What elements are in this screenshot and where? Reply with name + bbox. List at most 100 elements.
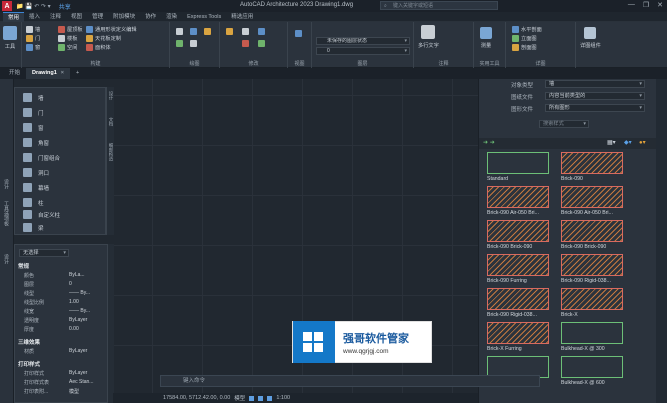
move-button[interactable] (242, 28, 249, 35)
custom-shape-button[interactable]: 通用形状定义编辑 (86, 26, 137, 33)
share-button[interactable]: 共享 (59, 2, 71, 11)
app-logo[interactable]: A (2, 1, 12, 11)
circle-tool[interactable] (204, 28, 211, 35)
property-row[interactable]: 厚度 0.00 (15, 325, 109, 334)
maximize-icon[interactable]: ❐ (643, 1, 649, 9)
style-search-input[interactable]: 搜索样式 (539, 120, 589, 128)
palette-tool-wall[interactable]: 墙 (23, 93, 44, 102)
palette-tool-door-window-assembly[interactable]: 门窗组合 (23, 153, 60, 162)
view-grid-icon[interactable]: ▦▾ (607, 139, 616, 146)
palette-tool-column[interactable]: 柱 (23, 198, 44, 207)
strip-label-tool-palettes[interactable]: 工具选项板 (3, 201, 10, 226)
section-button[interactable]: 剖面图 (512, 44, 537, 51)
minimize-icon[interactable]: — (628, 1, 635, 9)
view-button[interactable] (295, 30, 302, 37)
measure-button[interactable]: 测量 (480, 27, 492, 49)
snap-toggle-icon[interactable] (258, 395, 264, 401)
roof-slab-button[interactable]: 屋顶板 (58, 26, 83, 33)
style-swatch[interactable] (487, 220, 549, 242)
command-input[interactable]: 键入命令 (160, 375, 540, 387)
strip-label-design[interactable]: 设计 (3, 179, 10, 189)
display-dropdown[interactable]: 内容当前类型的 (545, 92, 645, 100)
style-swatch[interactable] (487, 288, 549, 310)
arc-tool[interactable] (176, 40, 183, 47)
section-plot-style[interactable]: 打印样式 (18, 360, 40, 368)
style-swatch[interactable] (561, 288, 623, 310)
slab-button[interactable]: 楼板 (58, 35, 77, 42)
window-button[interactable]: 窗 (26, 44, 40, 51)
property-row[interactable]: 线型 —— By... (15, 289, 109, 298)
palette-tool-beam[interactable]: 梁 (23, 223, 44, 232)
tab-view[interactable]: 视图 (66, 12, 87, 22)
property-row[interactable]: 材质 ByLayer (15, 347, 109, 356)
style-swatch[interactable] (487, 152, 549, 174)
layer-state-dropdown[interactable]: 未保存的图层状态 (316, 37, 410, 45)
ceiling-button[interactable]: 天花板定制 (86, 35, 121, 42)
close-icon[interactable]: ✕ (657, 1, 663, 9)
tab-insert[interactable]: 插入 (24, 12, 45, 22)
color-wheel-icon[interactable]: ●▾ (639, 139, 646, 146)
property-row[interactable]: 颜色 ByLa... (15, 271, 109, 280)
style-swatch[interactable] (561, 322, 623, 344)
object-type-dropdown[interactable]: 墙 (545, 80, 645, 88)
tab-collaborate[interactable]: 协作 (140, 12, 161, 22)
tab-manage[interactable]: 管理 (87, 12, 108, 22)
style-swatch[interactable] (487, 322, 549, 344)
palette-tool-window[interactable]: 窗 (23, 123, 44, 132)
property-row[interactable]: 图层 0 (15, 280, 109, 289)
search-input[interactable]: 键入关键字或短语 (380, 1, 498, 10)
property-row[interactable]: 透明度 ByLayer (15, 316, 109, 325)
section-3d-effects[interactable]: 三维效果 (18, 338, 40, 346)
style-swatch[interactable] (561, 220, 623, 242)
rect-tool[interactable] (190, 40, 197, 47)
model-button[interactable]: 模型 (234, 394, 245, 402)
tab-home[interactable]: 常用 (3, 11, 25, 22)
tab-express-tools[interactable]: Express Tools (182, 12, 226, 22)
trim-button[interactable] (242, 40, 249, 47)
style-swatch[interactable] (487, 186, 549, 208)
palette-tab-document[interactable]: 文档 (108, 117, 114, 126)
tab-annotate[interactable]: 注释 (45, 12, 66, 22)
elevation-button[interactable]: 立面图 (512, 35, 537, 42)
palette-tool-door[interactable]: 门 (23, 108, 44, 117)
door-button[interactable]: 门 (26, 35, 40, 42)
style-swatch[interactable] (561, 186, 623, 208)
scale-dropdown[interactable]: 1:100 (276, 395, 290, 401)
selection-dropdown[interactable]: 无选择 (19, 249, 69, 257)
property-row[interactable]: 线型比例 1.00 (15, 298, 109, 307)
copy-button[interactable] (258, 40, 265, 47)
palette-tool-custom-column[interactable]: 自定义柱 (23, 210, 60, 219)
property-row[interactable]: 打印样式表 Aec Stan... (15, 378, 109, 387)
palette-tool-opening[interactable]: 洞口 (23, 168, 49, 177)
ortho-toggle-icon[interactable] (267, 395, 273, 401)
new-tab-button[interactable]: + (70, 68, 85, 79)
mtext-button[interactable]: 多行文字 (418, 25, 439, 49)
grid-toggle-icon[interactable] (249, 395, 255, 401)
mass-button[interactable]: 面积体 (86, 44, 111, 51)
wall-button[interactable]: 墙 (26, 26, 40, 33)
style-swatch[interactable] (561, 152, 623, 174)
palette-tab-details[interactable]: 细部构造 (108, 143, 114, 161)
horizontal-section-button[interactable]: 水平剖面 (512, 26, 542, 33)
tab-start[interactable]: 开始 (3, 68, 26, 79)
style-swatch[interactable] (561, 356, 623, 378)
match-props-button[interactable] (226, 28, 233, 35)
property-row[interactable]: 线宽 —— By... (15, 307, 109, 316)
tab-featured-apps[interactable]: 精选应用 (226, 12, 258, 22)
palette-tool-corner-window[interactable]: 角窗 (23, 138, 49, 147)
detail-components-button[interactable]: 详图组件 (580, 27, 601, 49)
layer-dropdown[interactable]: 0 (316, 47, 410, 55)
palette-tool-curtain-wall[interactable]: 幕墙 (23, 183, 49, 192)
palette-tab-design[interactable]: 设计 (108, 91, 114, 100)
close-tab-icon[interactable]: × (61, 70, 64, 76)
line-tool[interactable] (176, 28, 183, 35)
style-swatch[interactable] (487, 254, 549, 276)
tab-render[interactable]: 渲染 (161, 12, 182, 22)
strip-label-design-2[interactable]: 设计 (3, 254, 10, 264)
tab-drawing1[interactable]: Drawing1 × (26, 68, 70, 79)
tools-button[interactable]: 工具 (3, 26, 17, 50)
nav-arrows-icon[interactable]: ➜ ➜ (483, 139, 495, 146)
file-dropdown[interactable]: 所有图形 (545, 104, 645, 112)
style-swatch[interactable] (561, 254, 623, 276)
space-button[interactable]: 空间 (58, 44, 77, 51)
